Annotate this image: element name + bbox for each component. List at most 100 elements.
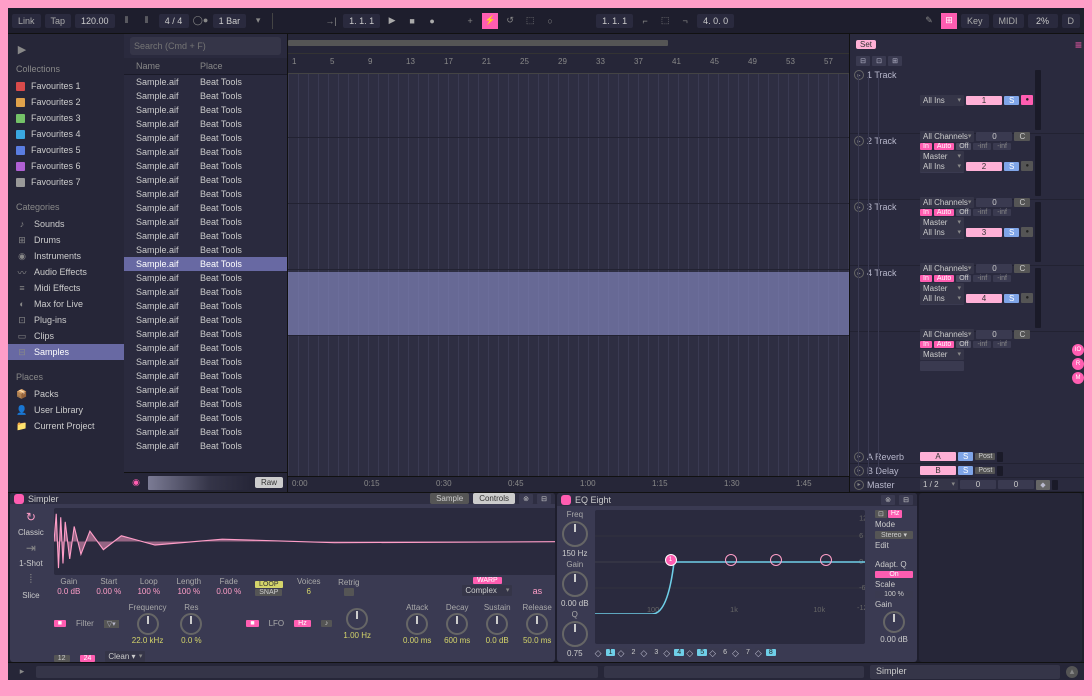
eq-band[interactable]: ◇4 bbox=[663, 648, 684, 656]
status-collapse-icon[interactable]: ▴ bbox=[1066, 666, 1078, 678]
capture-icon[interactable]: ⬚ bbox=[522, 13, 538, 29]
master-fold[interactable]: ▸ bbox=[854, 480, 864, 490]
audio-clip[interactable] bbox=[288, 272, 849, 335]
file-row[interactable]: Sample.aifBeat Tools bbox=[124, 411, 287, 425]
solo-button[interactable]: S bbox=[1004, 96, 1019, 105]
arm-button[interactable] bbox=[1021, 161, 1033, 171]
search-input[interactable] bbox=[130, 37, 281, 55]
file-row[interactable]: Sample.aifBeat Tools bbox=[124, 215, 287, 229]
column-place[interactable]: Place bbox=[198, 61, 287, 71]
chevron-down-icon[interactable]: ▾ bbox=[250, 13, 266, 29]
return-fold[interactable]: ▸ bbox=[854, 466, 864, 476]
category-item[interactable]: ♪Sounds bbox=[8, 216, 124, 232]
controls-tab[interactable]: Controls bbox=[473, 493, 515, 504]
return-solo[interactable]: S bbox=[958, 466, 973, 475]
session-record[interactable]: ○ bbox=[542, 13, 558, 29]
track-fold[interactable]: ▸ bbox=[854, 268, 864, 278]
file-row[interactable]: Sample.aifBeat Tools bbox=[124, 243, 287, 257]
overview-scrollbar[interactable] bbox=[288, 40, 668, 46]
midi-map-button[interactable]: MIDI bbox=[993, 14, 1024, 28]
favourite-item[interactable]: Favourites 2 bbox=[8, 94, 124, 110]
master-track-name[interactable]: Master bbox=[867, 480, 895, 490]
eq-band-5-node[interactable] bbox=[770, 554, 782, 566]
eq-band[interactable]: ◇5 bbox=[686, 648, 707, 656]
eq-band-8-node[interactable] bbox=[820, 554, 832, 566]
sustain-knob[interactable] bbox=[486, 613, 508, 635]
file-row[interactable]: Sample.aifBeat Tools bbox=[124, 341, 287, 355]
eq-band-toggle[interactable]: 6 bbox=[720, 649, 730, 656]
bar-ruler[interactable]: 159131721252933374145495357 bbox=[288, 54, 849, 74]
filter-circuit[interactable]: Clean ▾ bbox=[105, 651, 145, 662]
input-type[interactable]: All Ins bbox=[920, 293, 964, 304]
file-row[interactable]: Sample.aifBeat Tools bbox=[124, 131, 287, 145]
arrangement-track-row[interactable] bbox=[288, 140, 849, 204]
input-type[interactable]: All Ins bbox=[920, 95, 964, 106]
eq-band-shape-icon[interactable]: ◇ bbox=[640, 648, 650, 656]
file-row[interactable]: Sample.aifBeat Tools bbox=[124, 145, 287, 159]
reenable-automation[interactable]: ↺ bbox=[502, 13, 518, 29]
length-value[interactable]: 100 % bbox=[177, 587, 200, 596]
release-value[interactable]: 50.0 ms bbox=[523, 636, 551, 645]
punch-out-icon[interactable]: ¬ bbox=[677, 13, 693, 29]
file-row[interactable]: Sample.aifBeat Tools bbox=[124, 383, 287, 397]
return-name[interactable]: B Delay bbox=[867, 466, 899, 476]
sample-waveform[interactable] bbox=[54, 508, 555, 575]
track-fold[interactable]: ▸ bbox=[854, 202, 864, 212]
place-item[interactable]: 📁Current Project bbox=[8, 418, 124, 434]
eq-band-shape-icon[interactable]: ◇ bbox=[595, 648, 605, 656]
arm-button[interactable] bbox=[1021, 293, 1033, 303]
fade-value[interactable]: 0.00 % bbox=[216, 587, 241, 596]
io-toggle[interactable]: ⊟ bbox=[856, 56, 870, 66]
eq-graph[interactable]: 12 6 0 -6 -12 100 1k 10k 1 bbox=[595, 510, 865, 644]
input-type[interactable]: All Ins bbox=[920, 161, 964, 172]
filter-slope-12[interactable]: 12 bbox=[54, 655, 70, 662]
filter-freq-knob[interactable] bbox=[137, 613, 159, 635]
file-row[interactable]: Sample.aifBeat Tools bbox=[124, 369, 287, 383]
eq-band-4-node[interactable] bbox=[725, 554, 737, 566]
master-vol[interactable]: 0 bbox=[960, 480, 996, 489]
lfo-rate-knob[interactable] bbox=[346, 608, 368, 630]
solo-button[interactable]: S bbox=[1004, 294, 1019, 303]
file-row[interactable]: Sample.aifBeat Tools bbox=[124, 187, 287, 201]
arrangement-position[interactable]: 1. 1. 1 bbox=[343, 14, 380, 28]
loop-value[interactable]: 100 % bbox=[137, 587, 160, 596]
track-fold[interactable]: ▸ bbox=[854, 136, 864, 146]
save-preset-icon[interactable]: ⊟ bbox=[537, 494, 551, 504]
return-post[interactable]: Post bbox=[975, 467, 995, 474]
time-signature[interactable]: 4 / 4 bbox=[159, 14, 189, 28]
arrangement-track-row[interactable] bbox=[288, 272, 849, 336]
favourite-item[interactable]: Favourites 7 bbox=[8, 174, 124, 190]
eq-band-toggle[interactable]: 5 bbox=[697, 649, 707, 656]
arm-button[interactable] bbox=[1021, 95, 1033, 105]
arrangement-track-row[interactable] bbox=[288, 206, 849, 270]
return-name[interactable]: A Reverb bbox=[867, 452, 904, 462]
eq-band-toggle[interactable]: 1 bbox=[606, 649, 616, 656]
browse-back-icon[interactable]: ▶ bbox=[14, 41, 30, 57]
voices-value[interactable]: 6 bbox=[307, 587, 311, 596]
eq-band-shape-icon[interactable]: ◇ bbox=[732, 648, 742, 656]
filter-res-value[interactable]: 0.0 % bbox=[181, 636, 201, 645]
eq-band[interactable]: ◇2 bbox=[617, 648, 638, 656]
file-row[interactable]: Sample.aifBeat Tools bbox=[124, 271, 287, 285]
file-row[interactable]: Sample.aifBeat Tools bbox=[124, 117, 287, 131]
eq-adaptq-toggle[interactable]: On bbox=[875, 571, 913, 578]
file-row[interactable]: Sample.aifBeat Tools bbox=[124, 439, 287, 453]
solo-button[interactable]: S bbox=[1004, 162, 1019, 171]
eq-band-toggle[interactable]: 3 bbox=[651, 649, 661, 656]
category-item[interactable]: ▭Clips bbox=[8, 328, 124, 344]
warp-mode[interactable]: Complex bbox=[462, 585, 512, 596]
track-number[interactable]: 3 bbox=[966, 228, 1002, 237]
eq-band-toggle[interactable]: 7 bbox=[743, 649, 753, 656]
lfo-toggle[interactable]: ■ bbox=[246, 620, 258, 627]
category-item[interactable]: ⊞Drums bbox=[8, 232, 124, 248]
pencil-icon[interactable]: ✎ bbox=[921, 13, 937, 29]
m-toggle[interactable]: ⊞ bbox=[888, 56, 902, 66]
return-fold[interactable]: ▸ bbox=[854, 452, 864, 462]
metronome-icon[interactable]: ⦀ bbox=[119, 13, 135, 29]
category-item[interactable]: ≡Midi Effects bbox=[8, 280, 124, 296]
file-row[interactable]: Sample.aifBeat Tools bbox=[124, 327, 287, 341]
gain-value[interactable]: 0.0 dB bbox=[57, 587, 80, 596]
return-letter[interactable]: B bbox=[920, 466, 956, 475]
file-row[interactable]: Sample.aifBeat Tools bbox=[124, 75, 287, 89]
attack-value[interactable]: 0.00 ms bbox=[403, 636, 431, 645]
